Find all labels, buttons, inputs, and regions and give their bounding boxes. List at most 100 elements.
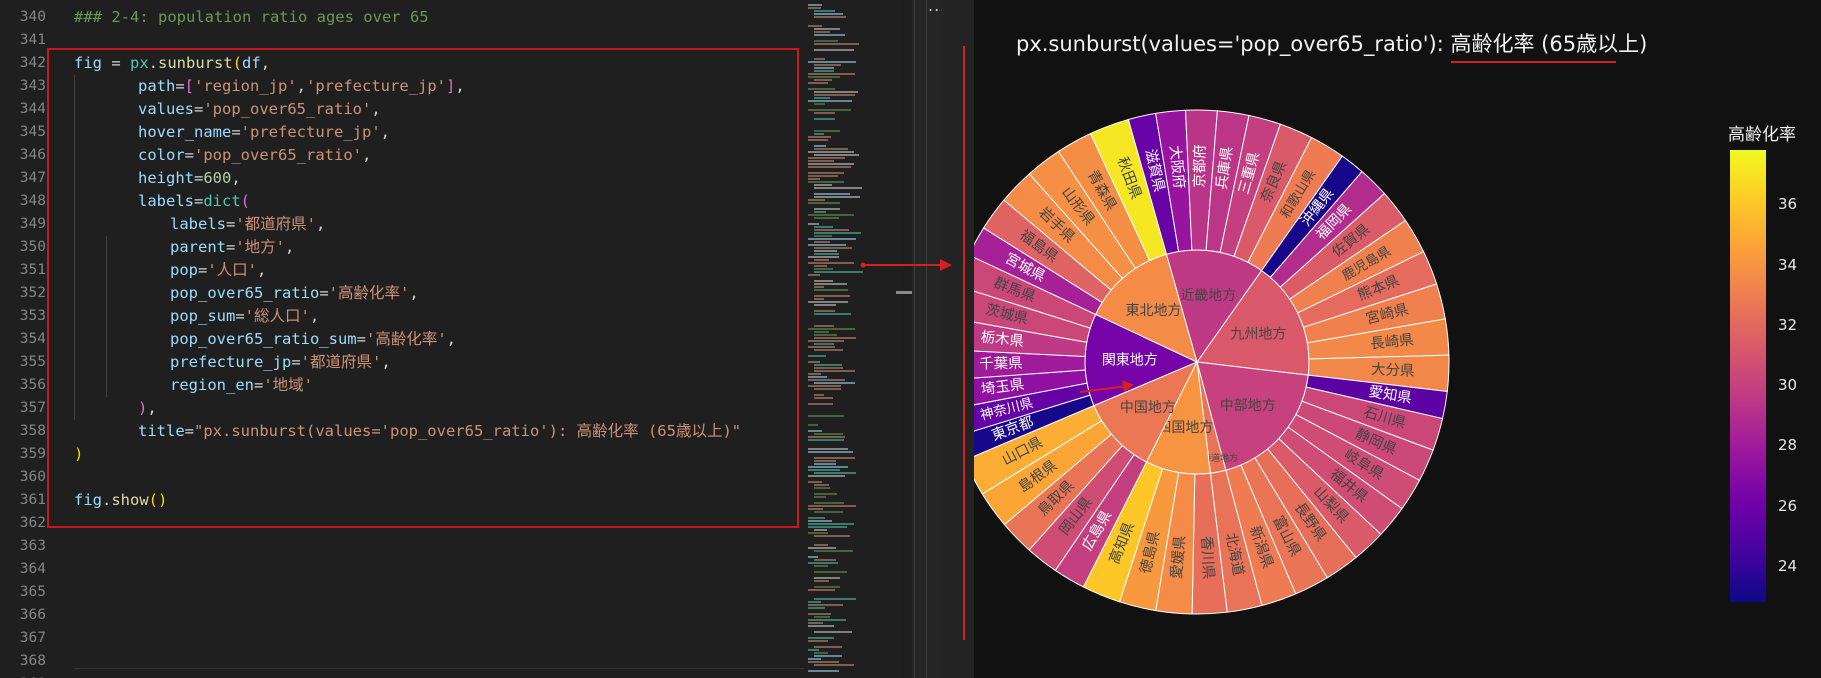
minimap-line [814, 94, 855, 96]
minimap-line [814, 616, 830, 618]
minimap-line [814, 283, 847, 285]
line-number: 340 [19, 9, 46, 25]
line-number: 366 [19, 607, 46, 623]
colorbar-title: 高齢化率 [1728, 125, 1796, 145]
sunburst-label: 千葉県 [979, 355, 1023, 372]
minimap-line [814, 211, 826, 213]
minimap-line [808, 415, 844, 417]
minimap-line [808, 505, 856, 507]
minimap-line [814, 493, 837, 495]
minimap-line [814, 304, 836, 306]
line-number: 367 [19, 630, 46, 646]
line-number: 341 [19, 32, 46, 48]
minimap-line [814, 133, 824, 135]
pane-divider[interactable] [912, 0, 942, 678]
sunburst-chart[interactable]: 九州地方沖縄県福岡県佐賀県鹿児島県熊本県宮崎県長崎県大分県中部地方 愛知県石川県静… [974, 0, 1821, 678]
minimap-line [814, 196, 860, 198]
minimap-line [808, 199, 825, 201]
minimap-line [814, 253, 839, 255]
minimap-line [814, 40, 838, 42]
minimap-line [814, 31, 830, 33]
minimap-line [808, 385, 841, 387]
minimap-line [814, 232, 861, 234]
minimap-line [814, 28, 840, 30]
minimap-line [808, 466, 848, 468]
highlight-box [47, 48, 799, 528]
minimap-line [814, 511, 843, 513]
colorbar-tick-label: 28 [1778, 436, 1798, 455]
plot-output[interactable]: px.sunburst(values='pop_over65_ratio'): … [974, 0, 1821, 678]
line-number: 359 [19, 446, 46, 462]
line-number: 343 [19, 78, 46, 94]
minimap-line [814, 550, 853, 552]
minimap-line [808, 589, 835, 591]
colorbar-tick-label: 30 [1778, 376, 1798, 395]
minimap-line [814, 655, 842, 657]
annotation-vertical-line [963, 46, 965, 640]
minimap-scroll-indicator[interactable] [896, 291, 912, 294]
line-number: 355 [19, 354, 46, 370]
minimap-line [814, 67, 834, 69]
minimap-line [808, 61, 856, 63]
minimap-line [808, 622, 823, 624]
minimap-line [808, 619, 846, 621]
minimap-line [814, 184, 832, 186]
minimap-line [808, 403, 833, 405]
minimap-line [808, 625, 834, 627]
minimap-line [808, 109, 851, 111]
minimap-line [814, 325, 834, 327]
minimap-line [814, 268, 833, 270]
minimap-line [808, 340, 844, 342]
minimap-line [808, 424, 818, 426]
minimap-line [808, 448, 848, 450]
minimap-line [814, 247, 852, 249]
minimap-line [814, 271, 863, 273]
code-line[interactable]: ### 2-4: population ratio ages over 65 [74, 6, 429, 29]
colorbar [1730, 150, 1766, 602]
minimap-line [814, 130, 840, 132]
minimap-line [808, 136, 831, 138]
minimap-line [814, 208, 840, 210]
sunburst-label: 関東地方 [1102, 353, 1158, 369]
minimap-line [808, 175, 838, 177]
minimap-line [814, 217, 839, 219]
code-editor[interactable]: 340 341 342 343 344 345 346 347 348 349 350 351 352 3… [0, 0, 806, 678]
line-number: 365 [19, 584, 46, 600]
minimap-line [808, 151, 854, 153]
minimap[interactable] [806, 0, 902, 678]
sunburst-label: 香川県 [1198, 536, 1217, 580]
minimap-line [814, 229, 849, 231]
minimap-line [808, 163, 854, 165]
minimap-line [814, 64, 841, 66]
line-number: 362 [19, 515, 46, 531]
minimap-line [808, 649, 819, 651]
minimap-line [814, 565, 828, 567]
minimap-line [808, 88, 835, 90]
editor-bottom-border [74, 668, 804, 678]
line-number: 344 [19, 101, 46, 117]
line-number: 352 [19, 285, 46, 301]
minimap-line [814, 586, 840, 588]
minimap-line [814, 259, 829, 261]
minimap-line [808, 475, 845, 477]
minimap-line [814, 502, 844, 504]
minimap-line [808, 520, 832, 522]
minimap-line [808, 214, 854, 216]
minimap-line [814, 226, 833, 228]
minimap-line [814, 10, 835, 12]
minimap-line [814, 580, 829, 582]
minimap-line [814, 16, 846, 18]
minimap-line [814, 364, 842, 366]
minimap-line [814, 112, 835, 114]
minimap-line [814, 544, 828, 546]
line-number: 345 [19, 124, 46, 140]
code-token: ### 2-4: population ratio ages over 65 [74, 8, 429, 26]
minimap-line [808, 76, 840, 78]
minimap-line [814, 496, 826, 498]
line-number: 357 [19, 400, 46, 416]
minimap-line [808, 613, 831, 615]
minimap-line [814, 559, 836, 561]
minimap-line [808, 160, 834, 162]
minimap-line [808, 523, 854, 525]
minimap-line [814, 310, 835, 312]
